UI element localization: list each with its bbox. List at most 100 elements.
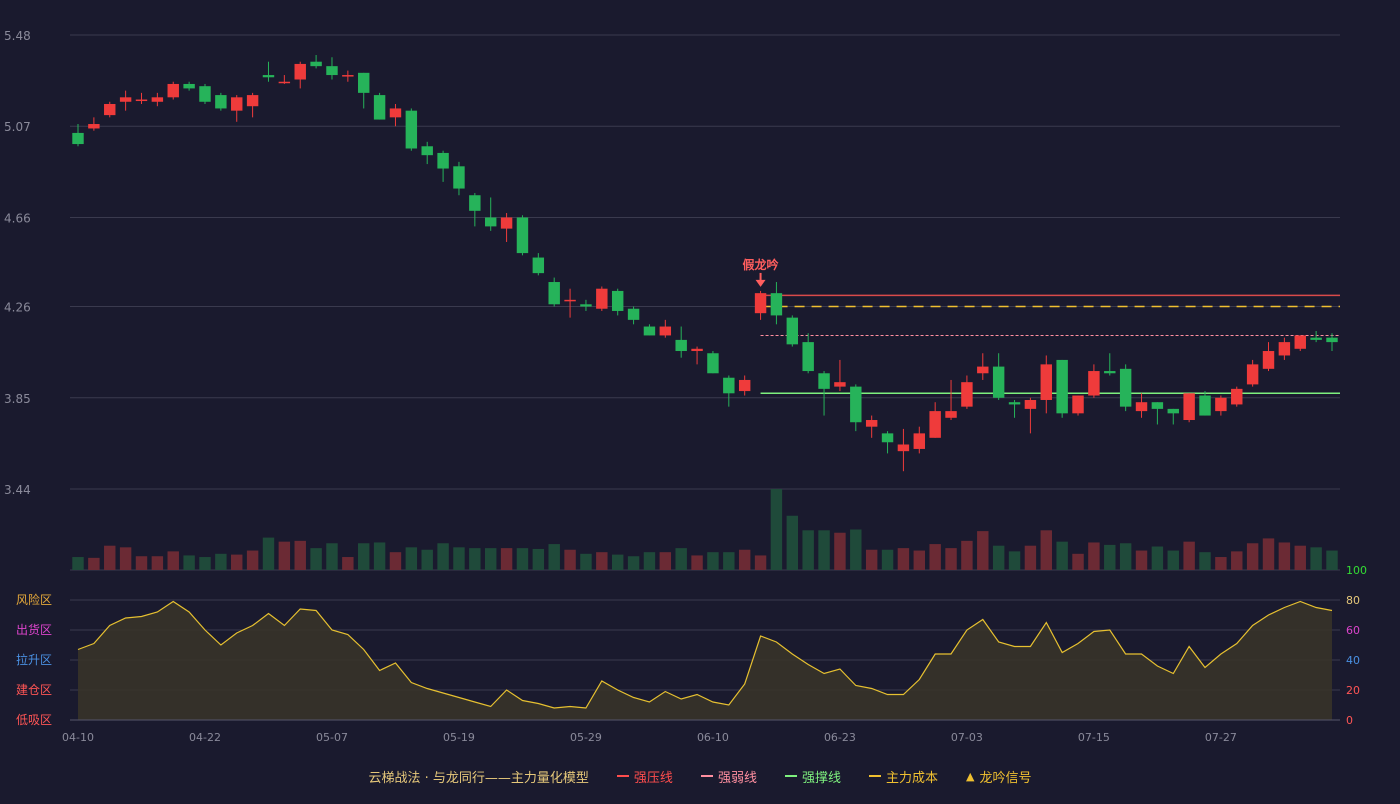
volume-bar [1262,538,1275,570]
legend-item-support: 强撑线 [784,767,841,786]
candle-body [881,433,894,443]
indicator-tick-label: 40 [1346,654,1360,667]
strength-line-icon [700,775,713,777]
candle-body [1151,402,1164,409]
volume-bar [611,554,624,570]
volume-bar [1135,550,1148,570]
candle-body [913,433,926,449]
legend: 云梯战法 · 与龙同行——主力量化模型 强压线 强弱线 强撑线 主力成本 ▲ 龙… [0,766,1400,786]
candle-body [151,97,164,102]
indicator-tick-label: 80 [1346,594,1360,607]
candle-body [453,166,465,189]
legend-label: 强弱线 [717,770,757,786]
volume-bar [167,551,179,570]
x-tick-label: 04-10 [62,731,94,744]
volume-bar [119,547,132,570]
volume-bar [1310,547,1322,570]
volume-bar [421,549,433,570]
candle-body [246,95,259,107]
volume-bar [358,543,370,570]
price-tick-label: 5.48 [4,29,31,43]
volume-bar [1119,543,1132,570]
legend-label: 龙吟信号 [979,770,1032,786]
indicator-tick-label: 60 [1346,624,1360,637]
price-tick-label: 4.66 [4,211,31,225]
candle-body [802,342,814,372]
volume-bar [802,530,814,570]
volume-bar [596,552,608,570]
indicator-area [78,601,1332,720]
candle-body [675,339,687,352]
candle-body [389,108,402,118]
zone-label: 出货区 [16,622,52,637]
x-tick-label: 06-10 [697,731,729,744]
legend-label: 强撑线 [801,770,841,786]
volume-bar [246,550,259,570]
volume-bar [1151,546,1164,570]
volume-bar [1040,530,1052,570]
stock-chart: 5.48 5.07 4.66 4.26 3.85 3.44 假龙吟 100 80 60 40 20 0 风… [4,29,1367,744]
volume-bar [723,552,735,570]
volume-bar [897,548,910,570]
volume-bar [469,548,481,570]
volume-bar [215,553,227,570]
price-tick-label: 3.85 [4,392,31,406]
price-tick-label: 3.44 [4,483,31,497]
candle-body [262,75,275,78]
volume-bar [326,543,338,570]
candle-body [1119,368,1132,407]
volume-bar [342,557,354,570]
volume-bar [135,556,148,570]
volume-bar [183,555,195,570]
candle-body [1056,359,1068,414]
price-tick-label: 5.07 [4,120,31,134]
volume-bar [564,549,576,570]
volume-bar [1278,542,1291,570]
candle-body [183,83,195,89]
volume-bar [1215,557,1227,570]
candle-body [691,348,703,352]
candle-body [1135,402,1148,412]
x-tick-label: 07-15 [1078,731,1110,744]
x-tick-label: 04-22 [189,731,221,744]
price-tick-label: 4.26 [4,301,31,315]
volume-bar [310,548,322,570]
volume-bar [1088,542,1100,570]
candle-body [929,411,941,438]
candle-body [1199,395,1211,416]
candle-body [294,63,306,80]
cost-line-icon [868,775,881,777]
zone-label: 拉升区 [16,652,52,667]
candle-body [865,420,878,427]
volume-bar [373,542,386,570]
candle-body [310,61,322,67]
candle-body [596,288,608,309]
legend-label: 主力成本 [885,770,938,786]
candle-body [119,97,132,102]
candle-body [199,86,211,102]
candle-body [707,353,719,374]
candle-body [754,293,767,314]
volume-bar [786,515,799,570]
zone-label: 低吸区 [16,713,52,727]
zone-label: 风险区 [16,592,52,607]
candle-body [580,304,592,307]
candle-body [1024,399,1037,409]
candle-body [1262,351,1275,369]
volume-bar [1326,550,1338,570]
volume-bar [738,549,751,570]
volume-bar [691,555,703,570]
volume-bar [834,532,846,570]
indicator-tick-label: 0 [1346,714,1353,727]
volume-bar [532,548,545,570]
candle-body [1088,371,1100,396]
volume-bar [437,543,449,570]
volume-bar [659,552,672,570]
volume-bar [1056,541,1068,570]
pressure-line-icon [616,775,629,777]
candle-body [1310,337,1322,340]
support-line-icon [784,775,797,777]
volume-bar [627,556,640,570]
volume-bar [992,545,1005,570]
volume-bar [675,548,687,570]
